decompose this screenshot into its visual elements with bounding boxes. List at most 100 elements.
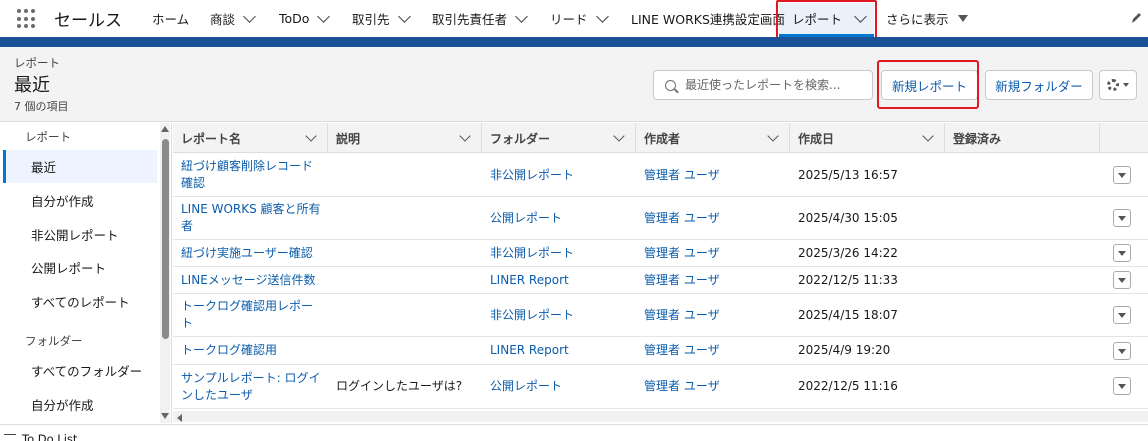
nav-item-todo[interactable]: ToDo: [279, 0, 331, 37]
app-launcher-icon[interactable]: [17, 9, 37, 29]
folder-link[interactable]: 公開レポート: [482, 197, 636, 239]
nav-item-label: ホーム: [152, 12, 190, 27]
scroll-down-icon[interactable]: [161, 413, 169, 419]
column-header-subscribed[interactable]: 登録済み: [945, 123, 1100, 153]
created-date: 2022/12/5 11:16: [798, 379, 898, 393]
table-row: トークログ確認用 LINER Report 管理者 ユーザ 2025/4/9 1…: [173, 337, 1148, 365]
row-actions-button[interactable]: [1113, 271, 1131, 289]
sidebar-scrollbar-thumb[interactable]: [162, 139, 169, 339]
table-row: LINE WORKS 顧客と所有者 公開レポート 管理者 ユーザ 2025/4/…: [173, 197, 1148, 240]
report-description: [328, 240, 482, 266]
owner-link[interactable]: 管理者 ユーザ: [636, 240, 790, 266]
column-header-label: 作成日: [798, 131, 835, 146]
row-actions-button[interactable]: [1113, 166, 1131, 184]
chevron-down-icon[interactable]: [767, 130, 779, 142]
table-header: レポート名 説明 フォルダー 作成者 作成日 登録済み: [173, 123, 1148, 153]
row-actions-button[interactable]: [1113, 244, 1131, 262]
report-description: [328, 197, 482, 239]
chevron-down-icon[interactable]: [397, 9, 411, 23]
column-header-created-date[interactable]: 作成日: [790, 123, 945, 153]
folder-link[interactable]: 公開レポート: [482, 365, 636, 408]
owner-link[interactable]: 管理者 ユーザ: [636, 197, 790, 239]
nav-item-home[interactable]: ホーム: [152, 0, 189, 37]
report-name-link[interactable]: LINEメッセージ送信件数: [173, 267, 328, 293]
nav-item-label: 商談: [210, 12, 236, 27]
nav-more[interactable]: さらに表示: [886, 0, 968, 37]
owner-link[interactable]: 管理者 ユーザ: [636, 365, 790, 408]
row-actions-button[interactable]: [1113, 306, 1131, 324]
pencil-icon[interactable]: [1130, 11, 1142, 25]
scroll-up-icon[interactable]: [161, 126, 169, 132]
nav-more-label: さらに表示: [886, 12, 949, 27]
reports-table: レポート名 説明 フォルダー 作成者 作成日 登録済み 紐づけ顧客削除レコード確…: [173, 123, 1148, 423]
page-title: 最近: [14, 75, 50, 96]
chevron-down-icon[interactable]: [243, 9, 256, 23]
folder-link[interactable]: LINER Report: [482, 267, 636, 293]
nav-item-accounts[interactable]: 取引先: [352, 0, 411, 37]
table-horizontal-scrollbar[interactable]: [173, 411, 1148, 422]
scroll-left-icon[interactable]: [177, 414, 182, 422]
nav-item-label: LINE WORKS連携設定画面: [631, 12, 785, 27]
created-date: 2025/3/26 14:22: [798, 245, 898, 260]
report-search[interactable]: [653, 70, 873, 100]
nav-item-leads[interactable]: リード: [550, 0, 609, 37]
column-header-owner[interactable]: 作成者: [636, 123, 790, 153]
nav-item-label: リード: [550, 12, 588, 27]
sidebar-item-all-folders[interactable]: すべてのフォルダー: [3, 354, 157, 387]
folder-link[interactable]: 非公開レポート: [482, 154, 636, 196]
nav-item-label: ToDo: [279, 11, 310, 26]
new-folder-button[interactable]: 新規フォルダー: [985, 70, 1093, 100]
table-row: 紐づけ顧客削除レコード確認 非公開レポート 管理者 ユーザ 2025/5/13 …: [173, 154, 1148, 197]
column-header-description[interactable]: 説明: [328, 123, 482, 153]
row-actions-button[interactable]: [1113, 377, 1131, 395]
owner-link[interactable]: 管理者 ユーザ: [636, 337, 790, 364]
chevron-down-icon[interactable]: [459, 130, 471, 142]
chevron-down-icon[interactable]: [595, 9, 609, 23]
sidebar-group-folders: フォルダー: [25, 334, 83, 348]
owner-link[interactable]: 管理者 ユーザ: [636, 267, 790, 293]
settings-menu-button[interactable]: [1099, 70, 1137, 100]
search-input[interactable]: [685, 78, 865, 92]
report-description: [328, 294, 482, 336]
sidebar-group-reports: レポート: [25, 130, 71, 144]
sidebar-item-created-by-me[interactable]: 自分が作成: [3, 184, 157, 217]
chevron-down-icon[interactable]: [317, 9, 331, 23]
chevron-down-icon[interactable]: [305, 130, 317, 142]
chevron-down-icon[interactable]: [515, 9, 528, 23]
sidebar-item-folders-created-by-me[interactable]: 自分が作成: [3, 388, 157, 421]
nav-item-contacts[interactable]: 取引先責任者: [432, 0, 528, 37]
column-header-report-name[interactable]: レポート名: [173, 123, 328, 153]
list-icon: [4, 434, 16, 441]
report-name-link[interactable]: トークログ確認用: [173, 337, 328, 364]
nav-item-label: 取引先責任者: [432, 12, 508, 27]
folder-link[interactable]: 非公開レポート: [482, 294, 636, 336]
created-date: 2025/4/9 19:20: [798, 343, 891, 357]
nav-item-line-works-settings[interactable]: LINE WORKS連携設定画面: [631, 0, 785, 37]
folder-link[interactable]: 非公開レポート: [482, 240, 636, 266]
report-name-link[interactable]: LINE WORKS 顧客と所有者: [173, 197, 328, 239]
row-actions-button[interactable]: [1113, 209, 1131, 227]
column-header-folder[interactable]: フォルダー: [482, 123, 636, 153]
folder-link[interactable]: LINER Report: [482, 337, 636, 364]
global-navigation: セールス ホーム 商談 ToDo 取引先 取引先責任者 リード LINE WOR…: [0, 0, 1148, 39]
sidebar-item-all-reports[interactable]: すべてのレポート: [3, 285, 157, 318]
report-name-link[interactable]: 紐づけ顧客削除レコード確認: [173, 154, 328, 196]
report-name-link[interactable]: トークログ確認用レポート: [173, 294, 328, 336]
sidebar-item-recent[interactable]: 最近: [3, 150, 157, 183]
sidebar-item-label: 最近: [31, 160, 57, 175]
owner-link[interactable]: 管理者 ユーザ: [636, 154, 790, 196]
report-name-link[interactable]: サンプルレポート: ログインしたユーザ: [173, 365, 328, 408]
sidebar-item-public-reports[interactable]: 公開レポート: [3, 251, 157, 284]
todo-list-utility[interactable]: To Do List: [22, 432, 77, 441]
sidebar-item-private-reports[interactable]: 非公開レポート: [3, 218, 157, 251]
sidebar-item-label: すべてのフォルダー: [31, 364, 143, 379]
row-actions-button[interactable]: [1113, 342, 1131, 360]
report-name-link[interactable]: 紐づけ実施ユーザー確認: [173, 240, 328, 266]
owner-link[interactable]: 管理者 ユーザ: [636, 294, 790, 336]
utility-bar: To Do List: [0, 424, 1148, 441]
highlight-box-new-report: [877, 60, 979, 109]
chevron-down-icon[interactable]: [922, 130, 934, 142]
nav-item-opportunities[interactable]: 商談: [210, 0, 256, 37]
chevron-down-icon[interactable]: [613, 130, 625, 142]
table-row: サンプルレポート: ログインしたユーザ ログインしたユーザは? 公開レポート 管…: [173, 365, 1148, 409]
